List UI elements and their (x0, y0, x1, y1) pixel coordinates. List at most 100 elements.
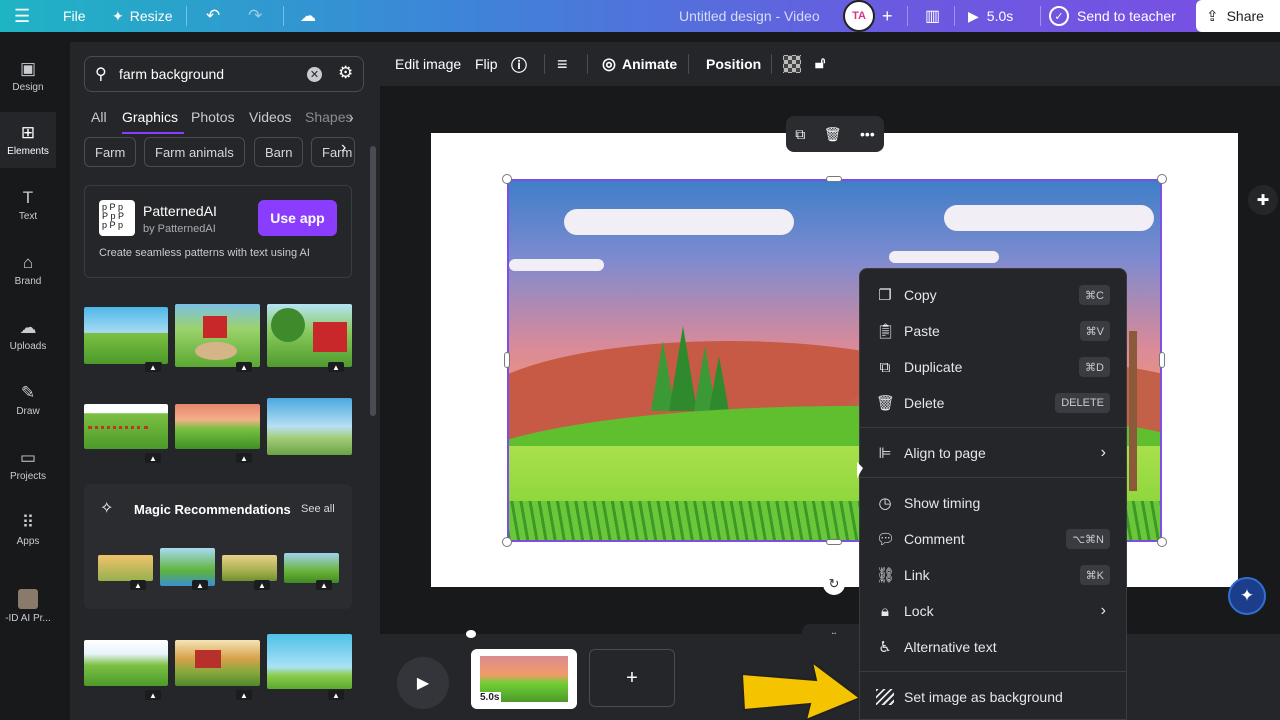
menu-item-comment[interactable]: 💬︎ Comment ⌥⌘N (860, 521, 1126, 557)
graphic-thumbnail[interactable] (267, 304, 352, 367)
graphic-thumbnail[interactable] (267, 634, 352, 689)
rail-item-design[interactable]: ▣ Design (0, 48, 56, 104)
resize-handle[interactable] (1157, 537, 1167, 547)
graphic-thumbnail[interactable] (84, 640, 168, 686)
pen-icon: ✎ (20, 382, 36, 402)
search-box[interactable]: ⚲ ✕ ⚙ (84, 56, 364, 92)
more-icon[interactable]: ••• (860, 126, 875, 142)
see-all-link[interactable]: See all (301, 503, 335, 515)
recommendation-thumbnail[interactable] (222, 555, 277, 581)
resize-handle[interactable] (1159, 352, 1165, 368)
transparency-icon[interactable] (783, 42, 801, 86)
add-collaborator-icon[interactable]: + (882, 0, 893, 32)
top-bar: ☰ File ✦ Resize ↶ ↷ ☁ Untitled design - … (0, 0, 1280, 32)
menu-item-show-timing[interactable]: ◷ Show timing (860, 485, 1126, 521)
cloud-save-icon[interactable]: ☁ (300, 0, 316, 32)
rail-label: Uploads (9, 340, 47, 352)
timeline-play-button[interactable]: ▶ (397, 657, 449, 709)
duplicate-icon[interactable]: ⧉ (795, 126, 805, 143)
flip-button[interactable]: Flip (475, 42, 498, 86)
avatar[interactable]: TA (843, 0, 875, 32)
insights-icon[interactable]: ▥ (925, 0, 940, 32)
edit-image-button[interactable]: Edit image (395, 42, 461, 86)
add-scene-button[interactable]: + (589, 649, 675, 707)
chevron-right-icon[interactable]: › (341, 139, 346, 157)
graphic-thumbnail[interactable]: ▲ (84, 307, 168, 364)
menu-item-paste[interactable]: 📋︎ Paste ⌘V (860, 313, 1126, 349)
menu-divider (860, 671, 1126, 672)
send-to-teacher-button[interactable]: ✓ Send to teacher (1049, 0, 1176, 32)
resize-handle[interactable] (826, 539, 842, 545)
menu-item-lock[interactable]: 🔒︎ Lock › (860, 593, 1126, 629)
position-button[interactable]: Position (706, 42, 761, 86)
design-title[interactable]: Untitled design - Video (679, 0, 820, 32)
timeline-scene-thumbnail[interactable]: 5.0s (471, 649, 577, 709)
recommendation-thumbnail[interactable] (98, 555, 153, 581)
share-button[interactable]: ⇪ Share (1196, 0, 1280, 32)
tab-shapes[interactable]: Shapes (305, 109, 352, 125)
context-toolbar: Edit image Flip ⓘ ≡ ◎ Animate Position 🔓… (380, 42, 1280, 86)
animate-button[interactable]: ◎ Animate (602, 42, 677, 86)
graphic-thumbnail[interactable] (267, 398, 352, 455)
clock-icon: ◷ (878, 495, 892, 512)
tab-photos[interactable]: Photos (191, 109, 235, 125)
graphic-thumbnail[interactable] (175, 640, 260, 686)
resize-handle[interactable] (826, 176, 842, 182)
graphic-thumbnail[interactable] (84, 404, 168, 449)
menu-item-alternative-text[interactable]: ♿︎ Alternative text (860, 629, 1126, 665)
menu-item-copy[interactable]: ❐ Copy ⌘C (860, 277, 1126, 313)
duplicate-icon: ⧉ (879, 358, 891, 376)
undo-icon[interactable]: ↶ (206, 0, 220, 32)
menu-item-set-as-background[interactable]: Set image as background (860, 679, 1126, 715)
magic-assistant-icon[interactable]: ✦ (1228, 577, 1266, 615)
search-input[interactable] (119, 66, 299, 82)
resize-handle[interactable] (502, 174, 512, 184)
playhead[interactable] (466, 630, 476, 638)
rail-item-projects[interactable]: ▭ Projects (0, 437, 56, 493)
trash-icon: 🗑︎ (876, 395, 896, 412)
resize-handle[interactable] (1157, 174, 1167, 184)
accessibility-icon: ♿︎ (878, 639, 892, 656)
panel-scrollbar[interactable] (370, 146, 376, 416)
menu-item-link[interactable]: ⛓︎ Link ⌘K (860, 557, 1126, 593)
rotate-icon[interactable]: ↻ (823, 573, 845, 595)
redo-icon[interactable]: ↷ (248, 0, 262, 32)
border-style-icon[interactable]: ≡ (557, 42, 568, 86)
use-app-button[interactable]: Use app (258, 200, 337, 236)
tab-videos[interactable]: Videos (249, 109, 292, 125)
graphic-thumbnail[interactable] (175, 404, 260, 449)
add-comment-icon[interactable]: ✚ (1248, 185, 1278, 215)
menu-icon[interactable]: ☰ (14, 0, 30, 32)
file-menu[interactable]: File (63, 0, 86, 32)
lock-icon[interactable]: 🔓︎ (815, 42, 825, 86)
chip-farm[interactable]: Farm (84, 137, 137, 167)
rail-item-uploads[interactable]: ☁ Uploads (0, 307, 56, 363)
chevron-right-icon[interactable]: › (349, 109, 354, 125)
rail-item-apps[interactable]: ⠿ Apps (0, 502, 56, 558)
left-rail: ▣ Design ⊞ Elements T Text ⌂ Brand ☁ Upl… (0, 42, 56, 720)
chip-farm-more[interactable]: Farm (311, 137, 355, 167)
trash-icon[interactable]: 🗑︎ (824, 126, 842, 143)
resize-handle[interactable] (502, 537, 512, 547)
play-duration-button[interactable]: ▶ 5.0s (968, 0, 1013, 32)
resize-button[interactable]: ✦ Resize (112, 0, 173, 32)
rail-item-text[interactable]: T Text (0, 177, 56, 233)
rail-item-elements[interactable]: ⊞ Elements (0, 112, 56, 168)
info-icon[interactable]: ⓘ (511, 42, 527, 86)
rail-item-app[interactable]: -ID AI Pr... (0, 578, 56, 634)
chip-farm-animals[interactable]: Farm animals (144, 137, 245, 167)
menu-item-delete[interactable]: 🗑︎ Delete DELETE (860, 385, 1126, 421)
rail-item-draw[interactable]: ✎ Draw (0, 372, 56, 428)
clear-icon[interactable]: ✕ (307, 67, 322, 82)
tab-graphics[interactable]: Graphics (122, 109, 178, 125)
app-promo-card[interactable]: p P pP p Pp P p PatternedAI by Patterned… (84, 185, 352, 278)
menu-item-align-to-page[interactable]: ⊫ Align to page › (860, 435, 1126, 471)
chip-barn[interactable]: Barn (254, 137, 304, 167)
recommendation-thumbnail[interactable] (284, 553, 339, 583)
filter-icon[interactable]: ⚙ (338, 63, 353, 83)
menu-item-duplicate[interactable]: ⧉ Duplicate ⌘D (860, 349, 1126, 385)
rail-item-brand[interactable]: ⌂ Brand (0, 242, 56, 298)
tab-all[interactable]: All (91, 109, 107, 125)
resize-handle[interactable] (504, 352, 510, 368)
graphic-thumbnail[interactable] (175, 304, 260, 367)
